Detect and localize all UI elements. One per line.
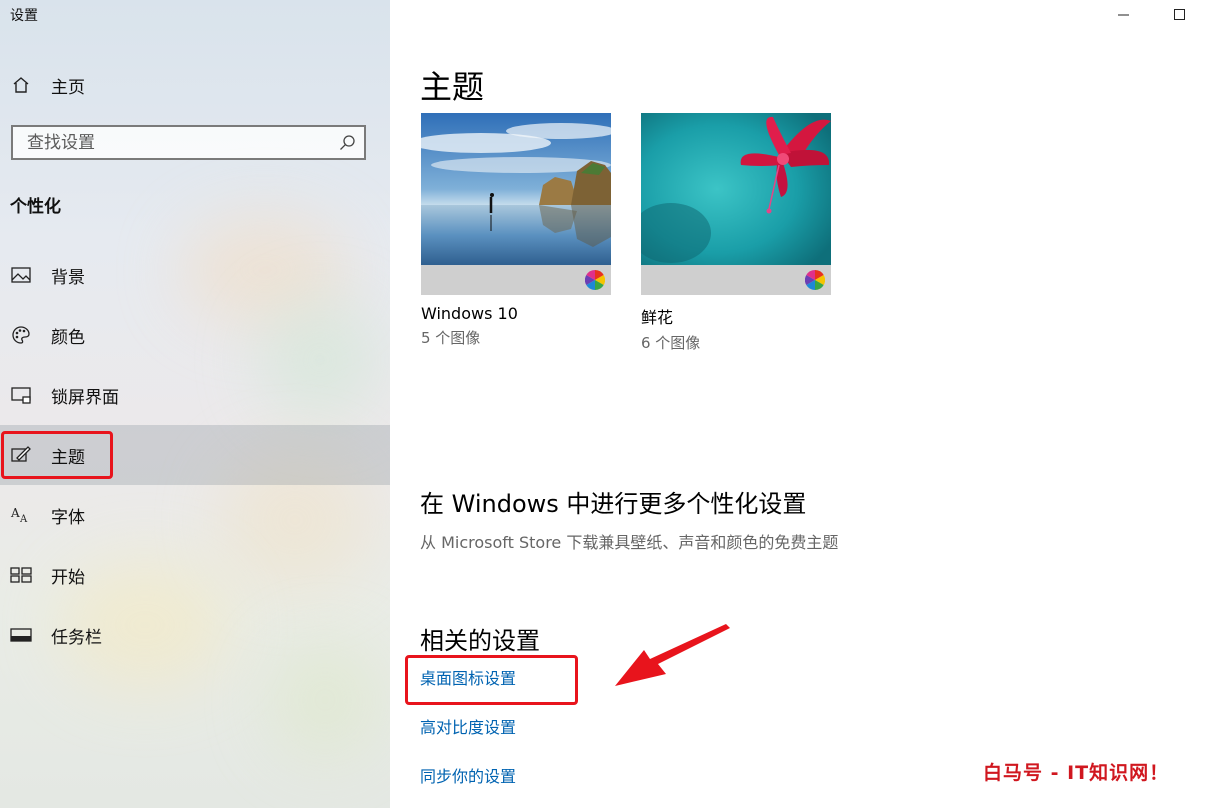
theme-bar [641, 265, 831, 295]
theme-card-windows10[interactable]: Windows 10 5 个图像 [421, 113, 611, 348]
theme-image-count: 5 个图像 [421, 329, 481, 347]
svg-text:A: A [10, 506, 20, 520]
sidebar-item-lock-screen[interactable]: 锁屏界面 [0, 365, 390, 425]
maximize-icon [1174, 6, 1186, 25]
sidebar-item-colors[interactable]: 颜色 [0, 305, 390, 365]
sidebar-item-taskbar[interactable]: 任务栏 [0, 605, 390, 665]
related-settings-title: 相关的设置 [420, 627, 540, 655]
sidebar: 设置 主页 个性化 背景 颜色 锁屏界面 主题 [0, 0, 390, 808]
watermark: 白马号 - IT知识网！ [983, 762, 1170, 784]
theme-thumbnail [421, 113, 611, 265]
font-icon: AA [10, 504, 32, 526]
maximize-button[interactable] [1157, 0, 1203, 30]
color-wheel-icon [584, 269, 606, 294]
start-icon [10, 564, 32, 586]
minimize-icon [1118, 6, 1130, 25]
sidebar-item-label: 字体 [51, 507, 85, 528]
highlight-box-desktop-icons [405, 655, 578, 705]
sidebar-item-start[interactable]: 开始 [0, 545, 390, 605]
nav-home-label: 主页 [51, 77, 85, 98]
main-content: 主题 Windows 10 5 个图像 鲜花 6 个图像 在 Windows 中… [390, 0, 1212, 808]
taskbar-icon [10, 624, 32, 646]
page-title: 主题 [420, 68, 485, 106]
sidebar-item-label: 开始 [51, 567, 85, 588]
theme-name: 鲜花 [641, 308, 674, 327]
sidebar-item-label: 背景 [51, 267, 85, 288]
search-input[interactable] [13, 127, 327, 158]
search-box[interactable] [11, 125, 366, 160]
red-arrow-annotation [615, 624, 730, 686]
sidebar-item-label: 锁屏界面 [51, 387, 119, 408]
palette-icon [10, 324, 32, 346]
highlight-box-themes [1, 431, 113, 479]
minimize-button[interactable] [1101, 0, 1147, 30]
theme-bar [421, 265, 611, 295]
theme-image-count: 6 个图像 [641, 334, 701, 352]
svg-text:A: A [19, 514, 28, 525]
sidebar-item-fonts[interactable]: AA 字体 [0, 485, 390, 545]
sidebar-item-label: 任务栏 [51, 627, 102, 648]
more-personalization-link[interactable]: 从 Microsoft Store 下载兼具壁纸、声音和颜色的免费主题 [420, 529, 838, 553]
window-title: 设置 [10, 8, 38, 24]
sidebar-item-background[interactable]: 背景 [0, 245, 390, 305]
home-icon [10, 74, 32, 96]
lock-screen-icon [10, 384, 32, 406]
more-personalization-title: 在 Windows 中进行更多个性化设置 [420, 490, 807, 518]
high-contrast-settings-link[interactable]: 高对比度设置 [420, 714, 516, 738]
search-icon[interactable] [339, 134, 356, 155]
picture-icon [10, 264, 32, 286]
section-title: 个性化 [10, 197, 61, 217]
theme-card-flowers[interactable]: 鲜花 6 个图像 [641, 113, 831, 353]
color-wheel-icon [804, 269, 826, 294]
theme-thumbnail [641, 113, 831, 265]
nav-home[interactable]: 主页 [0, 55, 390, 115]
sidebar-item-label: 颜色 [51, 327, 85, 348]
theme-name: Windows 10 [421, 304, 518, 323]
sync-settings-link[interactable]: 同步你的设置 [420, 763, 516, 787]
